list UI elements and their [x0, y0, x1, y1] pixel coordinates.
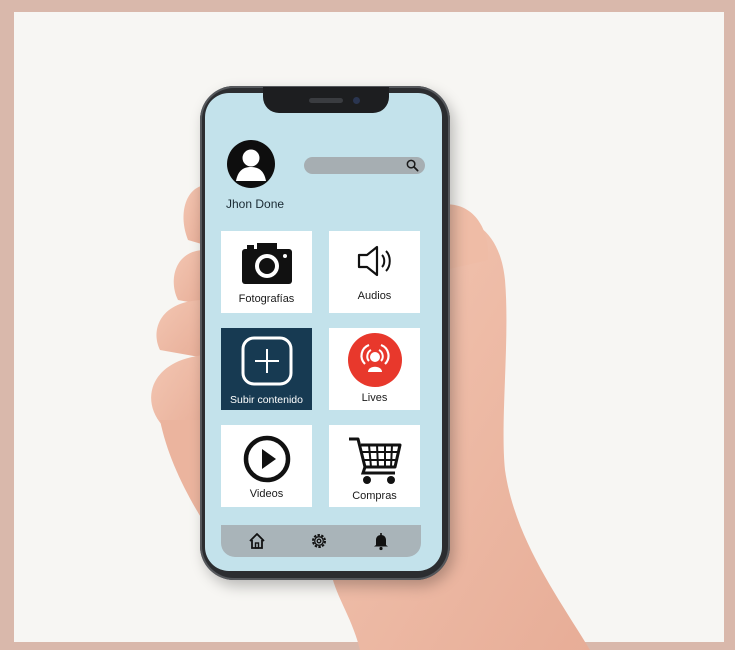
live-broadcast-icon: [347, 333, 402, 387]
speaker-icon: [357, 245, 391, 277]
tile-audios[interactable]: Audios: [329, 231, 420, 313]
tile-subir-contenido[interactable]: Subir contenido: [221, 328, 312, 410]
search-icon[interactable]: [405, 158, 420, 173]
tile-label: Compras: [352, 490, 397, 502]
home-icon[interactable]: [247, 531, 267, 551]
tile-label: Videos: [249, 488, 284, 500]
play-circle-icon: [243, 435, 290, 483]
tile-compras[interactable]: Compras: [329, 425, 420, 507]
plus-square-icon: [241, 336, 292, 386]
tile-label: Lives: [361, 392, 388, 404]
tile-label: Audios: [357, 290, 392, 302]
front-camera: [353, 97, 360, 104]
tile-lives[interactable]: Lives: [329, 328, 420, 410]
speaker-grille: [309, 98, 343, 103]
shopping-cart-icon: [348, 437, 401, 484]
bell-icon[interactable]: [371, 531, 391, 551]
gear-icon[interactable]: [309, 531, 329, 551]
avatar-icon[interactable]: [226, 139, 276, 189]
username-label: Jhon Done: [226, 197, 285, 211]
tile-label: Fotografías: [238, 293, 295, 305]
tile-label: Subir contenido: [230, 394, 303, 406]
camera-icon: [241, 243, 292, 284]
tile-videos[interactable]: Videos: [221, 425, 312, 507]
tile-fotografias[interactable]: Fotografías: [221, 231, 312, 313]
